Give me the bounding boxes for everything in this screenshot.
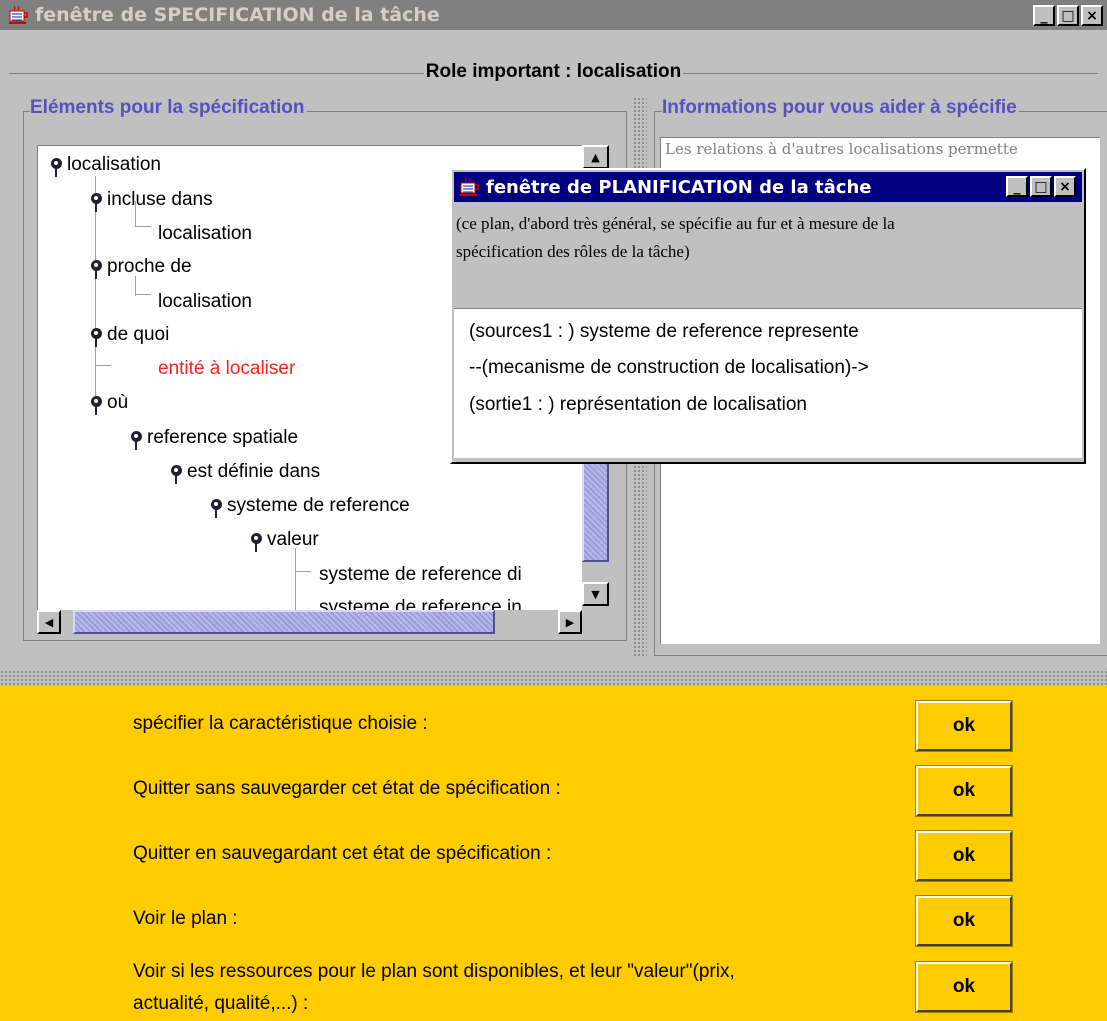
info-legend: Informations pour vous aider à spécifie bbox=[662, 97, 1019, 119]
window-controls: _ □ × bbox=[1033, 5, 1103, 26]
scroll-right-icon[interactable]: ▶ bbox=[558, 610, 582, 634]
minimize-icon[interactable]: _ bbox=[1033, 5, 1055, 26]
tree-connector bbox=[295, 571, 311, 572]
tree-node-localisation[interactable]: localisation bbox=[67, 154, 161, 176]
close-icon[interactable]: × bbox=[1054, 176, 1076, 197]
role-title: Role important : localisation bbox=[0, 61, 1107, 83]
tree-leaf-systeme-de-reference-di[interactable]: systeme de reference di bbox=[319, 564, 522, 586]
tree-connector bbox=[135, 276, 136, 296]
action-label-line: actualité, qualité,...) : bbox=[133, 993, 309, 1014]
tree-node-incluse-dans[interactable]: incluse dans bbox=[107, 189, 213, 211]
java-cup-icon bbox=[7, 5, 29, 25]
planification-description: (ce plan, d'abord très général, se spéci… bbox=[454, 210, 1082, 266]
maximize-icon[interactable]: □ bbox=[1030, 176, 1052, 197]
scroll-up-icon[interactable]: ▲ bbox=[582, 145, 609, 169]
tree-connector bbox=[135, 294, 151, 295]
tree-node-icon[interactable] bbox=[50, 156, 63, 178]
planification-window-controls: _ □ × bbox=[1006, 176, 1076, 197]
close-icon[interactable]: × bbox=[1081, 5, 1103, 26]
planification-title: fenêtre de PLANIFICATION de la tâche bbox=[486, 176, 872, 198]
main-titlebar[interactable]: fenêtre de SPECIFICATION de la tâche _ □… bbox=[0, 0, 1107, 30]
tree-leaf-localisation[interactable]: localisation bbox=[158, 223, 252, 245]
horizontal-split-divider[interactable] bbox=[0, 670, 1107, 686]
voir-plan-ok-button[interactable]: ok bbox=[915, 895, 1013, 947]
tree-node-est-definie-dans[interactable]: est définie dans bbox=[187, 461, 320, 483]
action-label-line: Voir si les ressources pour le plan sont… bbox=[133, 961, 735, 982]
tree-node-de-quoi[interactable]: de quoi bbox=[107, 324, 169, 346]
action-label-quitter-en: Quitter en sauvegardant cet état de spéc… bbox=[133, 843, 552, 864]
horizontal-scroll-thumb[interactable] bbox=[73, 610, 495, 634]
tree-node-icon[interactable] bbox=[210, 497, 223, 519]
plan-line-sources: (sources1 : ) systeme de reference repre… bbox=[469, 321, 859, 342]
planification-description-line: spécification des rôles de la tâche) bbox=[456, 242, 690, 261]
tree-node-icon[interactable] bbox=[90, 191, 103, 213]
tree-node-reference-spatiale[interactable]: reference spatiale bbox=[147, 427, 298, 449]
info-text: Les relations à d'autres localisations p… bbox=[665, 140, 1018, 158]
minimize-icon[interactable]: _ bbox=[1006, 176, 1028, 197]
planification-titlebar[interactable]: fenêtre de PLANIFICATION de la tâche _ □… bbox=[454, 172, 1082, 202]
action-label-voir-ressources: Voir si les ressources pour le plan sont… bbox=[133, 956, 735, 1020]
scroll-down-icon[interactable]: ▼ bbox=[582, 582, 609, 606]
elements-legend: Eléments pour la spécification bbox=[30, 97, 307, 119]
quitter-en-ok-button[interactable]: ok bbox=[915, 830, 1013, 882]
actions-panel: spécifier la caractéristique choisie : o… bbox=[0, 686, 1107, 1021]
tree-node-systeme-de-reference[interactable]: systeme de reference bbox=[227, 495, 410, 517]
tree-node-valeur[interactable]: valeur bbox=[267, 529, 319, 551]
tree-node-ou[interactable]: où bbox=[107, 392, 128, 414]
action-label-voir-plan: Voir le plan : bbox=[133, 908, 238, 929]
tree-connector bbox=[95, 365, 111, 366]
java-cup-icon bbox=[458, 177, 480, 197]
tree-leaf-systeme-de-reference-in[interactable]: systeme de reference in bbox=[319, 597, 522, 610]
tree-node-proche-de[interactable]: proche de bbox=[107, 256, 192, 278]
tree-leaf-localisation[interactable]: localisation bbox=[158, 291, 252, 313]
voir-ressources-ok-button[interactable]: ok bbox=[915, 961, 1013, 1013]
tree-node-icon[interactable] bbox=[130, 429, 143, 451]
role-title-text: Role important : localisation bbox=[423, 61, 684, 82]
tree-connector bbox=[135, 226, 151, 227]
action-label-specifier: spécifier la caractéristique choisie : bbox=[133, 713, 428, 734]
planification-description-line: (ce plan, d'abord très général, se spéci… bbox=[456, 214, 895, 233]
tree-node-icon[interactable] bbox=[90, 326, 103, 348]
tree-horizontal-scrollbar[interactable]: ◀ ▶ bbox=[37, 610, 582, 634]
tree-node-icon[interactable] bbox=[250, 531, 263, 553]
planification-plan: (sources1 : ) systeme de reference repre… bbox=[454, 308, 1082, 458]
tree-node-icon[interactable] bbox=[170, 463, 183, 485]
tree-leaf-entite-a-localiser[interactable]: entité à localiser bbox=[158, 358, 295, 380]
quitter-sans-ok-button[interactable]: ok bbox=[915, 765, 1013, 817]
action-label-quitter-sans: Quitter sans sauvegarder cet état de spé… bbox=[133, 778, 561, 799]
planification-window[interactable]: fenêtre de PLANIFICATION de la tâche _ □… bbox=[450, 168, 1086, 464]
tree-connector bbox=[295, 548, 296, 610]
tree-node-icon[interactable] bbox=[90, 258, 103, 280]
plan-line-mecanisme: --(mecanisme de construction de localisa… bbox=[469, 357, 869, 378]
tree-node-icon[interactable] bbox=[90, 394, 103, 416]
scroll-left-icon[interactable]: ◀ bbox=[37, 610, 61, 634]
maximize-icon[interactable]: □ bbox=[1057, 5, 1079, 26]
specifier-ok-button[interactable]: ok bbox=[915, 700, 1013, 752]
plan-line-sortie: (sortie1 : ) représentation de localisat… bbox=[469, 394, 807, 415]
window-title: fenêtre de SPECIFICATION de la tâche bbox=[35, 4, 440, 26]
tree-connector bbox=[95, 346, 96, 370]
